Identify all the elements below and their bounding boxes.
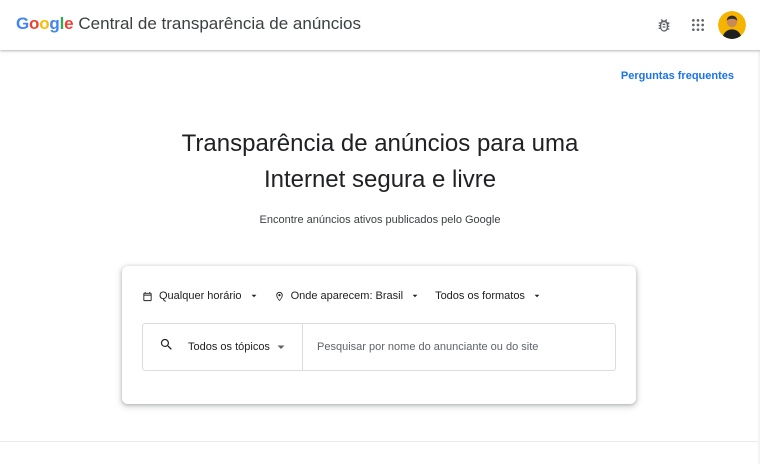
- time-filter[interactable]: Qualquer horário: [142, 290, 258, 302]
- format-filter-label: Todos os formatos: [435, 290, 525, 302]
- section-divider: [0, 441, 760, 442]
- logo-letter: e: [64, 14, 74, 33]
- search-icon: [159, 337, 174, 357]
- faq-link[interactable]: Perguntas frequentes: [621, 70, 734, 82]
- top-app-bar: Google Central de transparência de anúnc…: [0, 0, 760, 50]
- topic-select-label: Todos os tópicos: [188, 341, 270, 353]
- logo-letter: G: [16, 14, 30, 33]
- avatar-image: [718, 11, 746, 39]
- calendar-icon: [142, 291, 153, 302]
- advertiser-search-input[interactable]: [303, 324, 615, 370]
- brand[interactable]: Google Central de transparência de anúnc…: [16, 14, 361, 34]
- caret-down-icon: [250, 292, 258, 300]
- time-filter-label: Qualquer horário: [159, 290, 242, 302]
- search-row: Todos os tópicos: [142, 323, 616, 371]
- logo-letter: o: [39, 14, 50, 33]
- topic-select[interactable]: Todos os tópicos: [143, 324, 303, 370]
- caret-down-icon: [411, 292, 419, 300]
- format-filter[interactable]: Todos os formatos: [435, 290, 541, 302]
- logo-letter: o: [29, 14, 40, 33]
- location-filter-label: Onde aparecem: Brasil: [290, 290, 404, 302]
- hero-title-line-2: Internet segura e livre: [263, 166, 497, 193]
- hero-subtitle: Encontre anúncios ativos publicados pelo…: [259, 214, 501, 226]
- google-logo: Google: [16, 14, 74, 34]
- header-actions: [646, 9, 746, 41]
- caret-down-icon: [533, 292, 541, 300]
- logo-letter: g: [49, 14, 60, 33]
- caret-down-icon: [276, 342, 286, 352]
- bug-icon: [658, 19, 670, 32]
- search-card: Qualquer horário Onde aparecem: Brasil T…: [122, 266, 636, 404]
- location-filter[interactable]: Onde aparecem: Brasil: [274, 290, 420, 302]
- bug-report-button[interactable]: [648, 9, 680, 41]
- hero-title: Transparência de anúncios para uma Inter…: [0, 126, 760, 198]
- apps-grid-icon: [692, 19, 704, 31]
- app-title: Central de transparência de anúncios: [78, 14, 361, 33]
- account-avatar[interactable]: [718, 11, 746, 39]
- filter-bar: Qualquer horário Onde aparecem: Brasil T…: [142, 290, 557, 302]
- location-pin-icon: [274, 291, 285, 302]
- hero-title-line-1: Transparência de anúncios para uma: [181, 130, 579, 157]
- apps-button[interactable]: [682, 9, 714, 41]
